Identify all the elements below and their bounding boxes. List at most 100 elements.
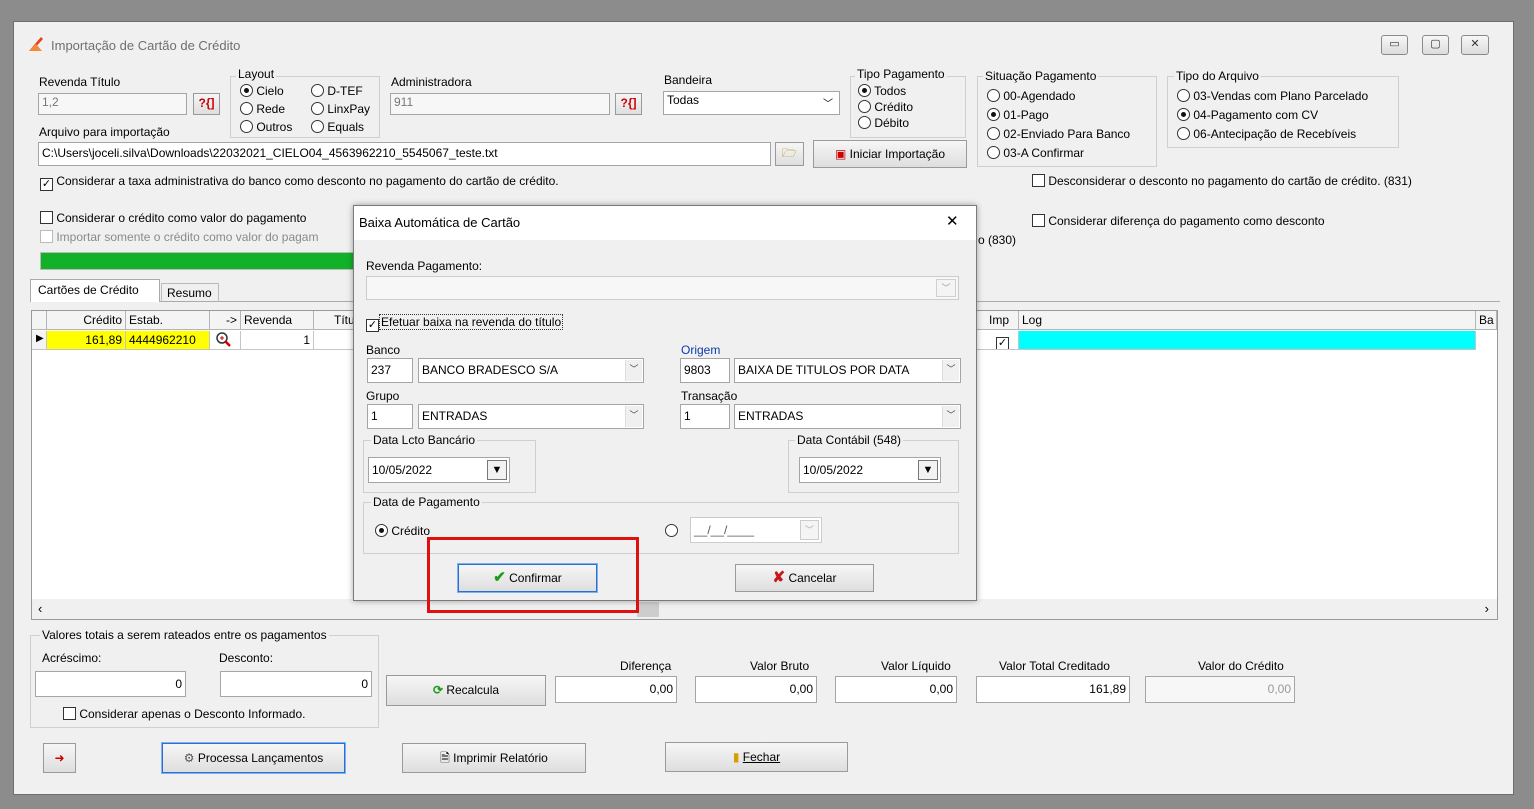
bandeira-select[interactable]: Todas ﹀ xyxy=(663,91,840,115)
desconto-input[interactable]: 0 xyxy=(220,671,372,697)
scroll-right-icon[interactable]: › xyxy=(1485,601,1489,616)
chk-diferenca-desconto[interactable]: Considerar diferença do pagamento como d… xyxy=(1032,214,1325,228)
dialog-close-icon[interactable]: ✕ xyxy=(946,212,959,230)
chevron-down-icon: ﹀ xyxy=(942,406,959,427)
situacao-option-pago[interactable]: 01-Pago xyxy=(987,108,1049,122)
tab-resumo[interactable]: Resumo xyxy=(161,283,219,302)
minimize-button[interactable]: ▭ xyxy=(1381,35,1408,55)
valor-credito-label: Valor do Crédito xyxy=(1198,659,1284,673)
tipo-pagamento-credito[interactable]: Crédito xyxy=(858,100,913,114)
data-pagamento-date-input[interactable]: __/__/____ ﹀ xyxy=(690,517,822,543)
totals-group-title: Valores totais a serem rateados entre os… xyxy=(40,628,329,642)
revenda-lookup-button[interactable]: ?{] xyxy=(193,93,220,115)
banco-name-select[interactable]: BANCO BRADESCO S/A ﹀ xyxy=(418,358,644,383)
layout-option-linxpay[interactable]: LinxPay xyxy=(311,102,370,116)
valor-credito-value: 0,00 xyxy=(1145,676,1295,703)
cell-imp[interactable]: ✓ xyxy=(976,331,1019,350)
scroll-left-icon[interactable]: ‹ xyxy=(38,601,42,616)
processa-lancamentos-button[interactable]: ⚙ Processa Lançamentos xyxy=(161,742,346,774)
origem-name-select[interactable]: BAIXA DE TITULOS POR DATA ﹀ xyxy=(734,358,961,383)
grupo-code-input[interactable]: 1 xyxy=(367,404,413,429)
radio-icon xyxy=(1177,127,1190,140)
acrescimo-input[interactable]: 0 xyxy=(35,671,186,697)
cell-estab[interactable]: 4444962210 xyxy=(126,331,210,350)
grid-header-arrow[interactable]: -> xyxy=(210,311,241,330)
grid-header-titulo[interactable]: Títu xyxy=(314,311,354,330)
folder-open-icon[interactable]: 🗁 xyxy=(775,142,804,166)
cell-credito[interactable]: 161,89 xyxy=(47,331,126,350)
radio-icon xyxy=(1177,89,1190,102)
layout-option-outros[interactable]: Outros xyxy=(240,120,292,134)
chevron-down-icon: ▼ xyxy=(487,460,507,480)
document-icon: 🗎 xyxy=(440,751,450,765)
chevron-down-icon: ﹀ xyxy=(942,360,959,381)
data-pagamento-date-option[interactable] xyxy=(665,524,678,538)
checkbox-icon xyxy=(40,211,53,224)
tab-cartoes-credito[interactable]: Cartões de Crédito xyxy=(30,279,160,302)
valor-total-creditado-value: 161,89 xyxy=(976,676,1130,703)
highlight-annotation-box xyxy=(427,537,639,613)
situacao-option-enviado[interactable]: 02-Enviado Para Banco xyxy=(987,127,1130,141)
chevron-down-icon[interactable]: ﹀ xyxy=(936,279,956,297)
arquivo-path-input[interactable]: C:\Users\joceli.silva\Downloads\22032021… xyxy=(38,142,771,166)
imprimir-relatorio-button[interactable]: 🗎 Imprimir Relatório xyxy=(402,743,586,773)
grid-header-estab[interactable]: Estab. xyxy=(126,311,210,330)
chk-credito-valor-pagamento[interactable]: Considerar o crédito como valor do pagam… xyxy=(40,211,306,225)
radio-icon xyxy=(987,146,1000,159)
radio-selected-icon xyxy=(1177,108,1190,121)
revenda-pagamento-select[interactable] xyxy=(366,276,959,300)
layout-option-equals[interactable]: Equals xyxy=(311,120,364,134)
recalcula-button[interactable]: ⟳ Recalcula xyxy=(386,675,546,706)
revenda-titulo-label: Revenda Título xyxy=(39,75,121,89)
tipo-arquivo-option-04[interactable]: 04-Pagamento com CV xyxy=(1177,108,1318,122)
radio-icon xyxy=(858,100,871,113)
scroll-thumb[interactable] xyxy=(637,602,659,617)
chk-taxa-administrativa[interactable]: ✓ Considerar a taxa administrativa do ba… xyxy=(40,174,559,191)
chk-desconto-informado[interactable]: Considerar apenas o Desconto Informado. xyxy=(63,707,305,721)
transacao-label: Transação xyxy=(681,389,738,403)
cell-log[interactable] xyxy=(1019,331,1476,350)
grid-header-imp[interactable]: Imp xyxy=(976,311,1019,330)
cell-revenda[interactable]: 1 xyxy=(241,331,314,350)
valor-liquido-label: Valor Líquido xyxy=(881,659,951,673)
transacao-code-input[interactable]: 1 xyxy=(680,404,730,429)
export-arrow-icon[interactable]: ➜ xyxy=(43,743,76,773)
administradora-lookup-button[interactable]: ?{] xyxy=(615,93,642,115)
data-pagamento-credito-option[interactable]: Crédito xyxy=(375,524,430,538)
origem-code-input[interactable]: 9803 xyxy=(680,358,730,383)
horizontal-scrollbar[interactable]: ‹ › xyxy=(32,599,1497,619)
chk-importar-somente-credito[interactable]: Importar somente o crédito como valor do… xyxy=(40,230,352,244)
data-contabil-picker[interactable]: 10/05/2022 ▼ xyxy=(799,457,941,483)
tipo-pagamento-todos[interactable]: Todos xyxy=(858,84,906,98)
grid-header-log[interactable]: Log xyxy=(1019,311,1476,330)
chevron-down-icon: ﹀ xyxy=(800,520,819,540)
layout-option-cielo[interactable]: Cielo xyxy=(240,84,284,98)
fechar-button[interactable]: ▮ Fechar xyxy=(665,742,848,772)
close-window-button[interactable]: ✕ xyxy=(1461,35,1489,55)
banco-code-input[interactable]: 237 xyxy=(367,358,413,383)
situacao-option-agendado[interactable]: 00-Agendado xyxy=(987,89,1075,103)
grid-header-ba[interactable]: Ba xyxy=(1476,311,1497,330)
window-title: Importação de Cartão de Crédito xyxy=(51,38,241,53)
transacao-name-select[interactable]: ENTRADAS ﹀ xyxy=(734,404,961,429)
grid-header-revenda[interactable]: Revenda xyxy=(241,311,314,330)
chk-efetuar-baixa[interactable]: ✓ Efetuar baixa na revenda do título xyxy=(366,314,564,332)
radio-icon xyxy=(311,120,324,133)
data-lcto-picker[interactable]: 10/05/2022 ▼ xyxy=(368,457,510,483)
situacao-option-a-confirmar[interactable]: 03-A Confirmar xyxy=(987,146,1084,160)
maximize-button[interactable]: ▢ xyxy=(1422,35,1449,55)
iniciar-importacao-button[interactable]: ▣ Iniciar Importação xyxy=(813,140,967,168)
tipo-pagamento-debito[interactable]: Débito xyxy=(858,116,909,130)
grid-header-credito[interactable]: Crédito xyxy=(47,311,126,330)
tipo-arquivo-option-03[interactable]: 03-Vendas com Plano Parcelado xyxy=(1177,89,1368,103)
cancelar-button[interactable]: ✘ Cancelar xyxy=(735,564,874,592)
administradora-input[interactable]: 911 xyxy=(390,93,610,115)
revenda-titulo-input[interactable]: 1,2 xyxy=(38,93,187,115)
grupo-name-select[interactable]: ENTRADAS ﹀ xyxy=(418,404,644,429)
layout-option-rede[interactable]: Rede xyxy=(240,102,285,116)
chk-desconsiderar-desconto[interactable]: Desconsiderar o desconto no pagamento do… xyxy=(1032,174,1412,188)
layout-option-dtef[interactable]: D-TEF xyxy=(311,84,363,98)
tipo-arquivo-option-06[interactable]: 06-Antecipação de Recebíveis xyxy=(1177,127,1356,141)
magnifier-icon[interactable] xyxy=(210,331,241,350)
cell-titulo[interactable] xyxy=(314,331,354,350)
